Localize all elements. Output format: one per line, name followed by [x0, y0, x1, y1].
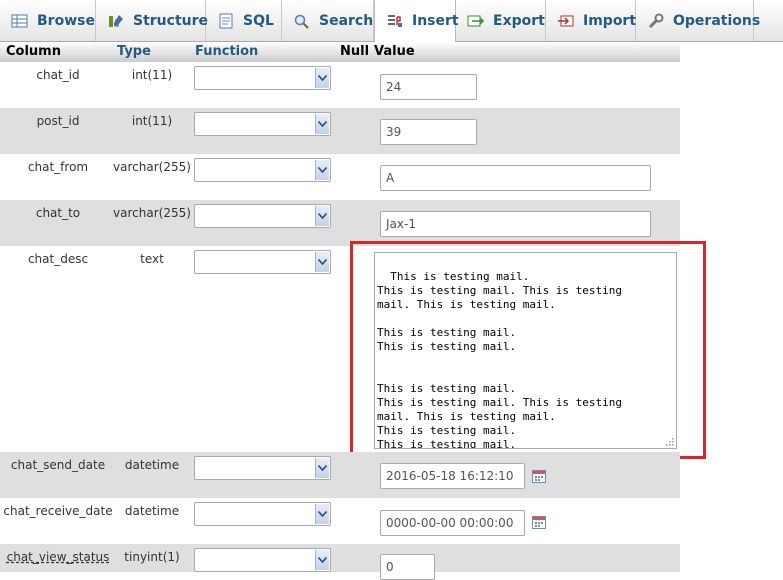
table-row: chat_id int(11) 24: [0, 62, 680, 108]
sql-icon: [217, 13, 235, 29]
value-input[interactable]: A: [380, 165, 651, 191]
tab-label: SQL: [243, 12, 274, 29]
operations-icon: [647, 13, 665, 29]
header-type: Type: [117, 44, 151, 59]
column-name: chat_view_status: [6, 550, 110, 564]
tab-insert[interactable]: Insert: [374, 0, 459, 42]
column-type: varchar(255): [113, 206, 191, 220]
insert-icon: [386, 13, 404, 29]
value-input[interactable]: Jax-1: [380, 211, 651, 237]
column-name: chat_send_date: [10, 458, 106, 472]
table-row: chat_send_date datetime 2016-05-18 16:12…: [0, 452, 680, 498]
table-row: chat_to varchar(255) Jax-1: [0, 200, 680, 246]
import-icon: [557, 13, 575, 29]
column-type: int(11): [131, 114, 173, 128]
chevron-down-icon: [315, 114, 329, 134]
chevron-down-icon: [315, 504, 329, 524]
function-select[interactable]: [194, 66, 331, 90]
tab-structure[interactable]: Structure: [96, 0, 209, 41]
table-row: chat_view_status tinyint(1) 0: [0, 544, 680, 580]
tab-browse[interactable]: Browse: [0, 0, 96, 41]
calendar-icon[interactable]: [532, 515, 546, 529]
tab-export[interactable]: Export: [456, 0, 546, 41]
insert-table-header: Column Type Function Null Value: [0, 42, 680, 62]
column-type: tinyint(1): [124, 550, 180, 564]
tab-search[interactable]: Search: [282, 0, 374, 41]
function-select[interactable]: [194, 250, 331, 274]
column-type: datetime: [124, 504, 180, 518]
table-row: post_id int(11) 39: [0, 108, 680, 154]
column-name: chat_from: [27, 160, 89, 174]
calendar-icon[interactable]: [532, 469, 546, 483]
textarea-content: This is testing mail. This is testing ma…: [377, 270, 623, 449]
value-input[interactable]: 0000-00-00 00:00:00: [380, 510, 525, 536]
column-name: post_id: [36, 114, 80, 128]
tab-label: Search: [319, 12, 374, 29]
browse-icon: [11, 13, 29, 29]
column-type: datetime: [124, 458, 180, 472]
function-select[interactable]: [194, 112, 331, 136]
tab-label: Structure: [133, 12, 209, 29]
tab-bar: Browse Structure SQL Search Insert Expor…: [0, 0, 783, 42]
column-name: chat_receive_date: [3, 504, 113, 518]
export-icon: [467, 13, 485, 29]
table-row: chat_from varchar(255) A: [0, 154, 680, 200]
function-select[interactable]: [194, 158, 331, 182]
header-value: Value: [374, 44, 415, 59]
function-select[interactable]: [194, 204, 331, 228]
chevron-down-icon: [315, 252, 329, 272]
column-name: chat_desc: [27, 252, 89, 266]
column-name: chat_id: [36, 68, 80, 82]
chevron-down-icon: [315, 160, 329, 180]
header-null: Null: [340, 44, 370, 59]
tab-operations[interactable]: Operations: [636, 0, 760, 41]
value-input[interactable]: 2016-05-18 16:12:10: [380, 463, 525, 489]
table-row: chat_receive_date datetime 0000-00-00 00…: [0, 498, 680, 544]
tab-label: Operations: [673, 12, 761, 29]
column-type: varchar(255): [113, 160, 191, 174]
structure-icon: [107, 13, 125, 29]
chevron-down-icon: [315, 68, 329, 88]
chat-desc-textarea[interactable]: This is testing mail. This is testing ma…: [374, 252, 677, 449]
tab-import[interactable]: Import: [546, 0, 636, 41]
column-name: chat_to: [35, 206, 81, 220]
function-select[interactable]: [194, 456, 331, 480]
chevron-down-icon: [315, 458, 329, 478]
tab-label: Browse: [37, 12, 95, 29]
value-input[interactable]: 39: [380, 119, 477, 145]
tab-label: Import: [583, 12, 637, 29]
column-type: text: [140, 252, 164, 266]
column-type: int(11): [131, 68, 173, 82]
function-select[interactable]: [194, 502, 331, 526]
tab-label: Insert: [412, 13, 459, 29]
tab-label: Export: [493, 12, 545, 29]
resize-grip-icon[interactable]: [664, 436, 674, 446]
function-select[interactable]: [194, 548, 331, 572]
chevron-down-icon: [315, 550, 329, 570]
header-column: Column: [6, 44, 61, 59]
tab-sql[interactable]: SQL: [206, 0, 282, 41]
chevron-down-icon: [315, 206, 329, 226]
header-function: Function: [195, 44, 259, 59]
search-icon: [293, 13, 311, 29]
value-input[interactable]: 0: [380, 554, 435, 580]
value-input[interactable]: 24: [380, 74, 477, 100]
